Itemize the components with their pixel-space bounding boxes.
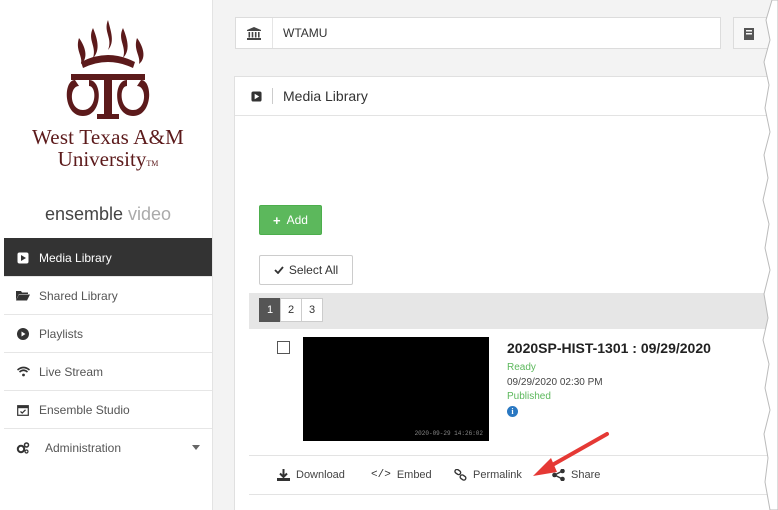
permalink-label: Permalink [473, 469, 522, 481]
screenshot-frame: West Texas A&M UniversityTM ensemble vid… [0, 0, 778, 510]
code-icon: </> [371, 469, 391, 481]
pagination-bar: 1 2 3 [249, 293, 778, 329]
sidebar-item-media-library[interactable]: Media Library [4, 238, 212, 276]
download-label: Download [296, 469, 345, 481]
sidebar: West Texas A&M UniversityTM ensemble vid… [4, 0, 213, 510]
trademark-mark: TM [146, 159, 159, 168]
university-logo: West Texas A&M UniversityTM [4, 18, 212, 190]
media-thumbnail[interactable]: 2020-09-29 14:26:02 [303, 337, 489, 441]
sidebar-item-label: Live Stream [39, 364, 104, 379]
university-name: West Texas A&M [31, 125, 185, 149]
media-published-status: Published [507, 391, 551, 402]
select-all-label: Select All [288, 263, 339, 277]
sidebar-nav: Media Library Shared Library Playlists L… [4, 238, 212, 466]
chevron-down-icon [192, 445, 200, 450]
add-media-button[interactable]: + Add [259, 205, 322, 235]
organization-name: WTAMU [283, 26, 328, 40]
torn-edge-decoration [762, 0, 778, 510]
info-icon[interactable]: i [507, 406, 518, 417]
plus-icon: + [273, 212, 281, 228]
university-building-icon [236, 18, 273, 48]
folder-open-icon [16, 289, 30, 303]
download-action[interactable]: Download [277, 456, 345, 494]
panel-title: Media Library [283, 88, 368, 104]
pagination: 1 2 3 [259, 298, 323, 322]
cogs-icon [16, 441, 30, 455]
sidebar-item-shared-library[interactable]: Shared Library [4, 276, 212, 314]
wifi-icon [16, 365, 30, 379]
embed-label: Embed [396, 469, 432, 481]
select-all-button[interactable]: Select All [259, 255, 353, 285]
panel-header: Media Library [235, 77, 778, 116]
download-icon [277, 469, 290, 481]
embed-action[interactable]: </> Embed [371, 456, 432, 494]
page-button-2[interactable]: 2 [280, 298, 302, 322]
calendar-check-icon [16, 403, 30, 417]
wtamu-flame-logo-icon [66, 20, 150, 119]
page-button-1[interactable]: 1 [259, 298, 281, 322]
permalink-action[interactable]: Permalink [454, 456, 522, 494]
sidebar-item-label: Playlists [39, 326, 84, 341]
play-square-icon [16, 251, 30, 265]
circle-play-icon [16, 327, 30, 341]
library-icon [744, 27, 754, 45]
thumbnail-timestamp: 2020-09-29 14:26:02 [414, 430, 483, 437]
media-title[interactable]: 2020SP-HIST-1301 : 09/29/2020 [507, 340, 711, 356]
add-button-label: Add [286, 213, 308, 227]
sidebar-item-label: Ensemble Studio [39, 402, 130, 417]
media-library-panel: Media Library + Add Select All 1 2 3 202… [234, 76, 778, 510]
organization-selector[interactable]: WTAMU [235, 17, 721, 49]
sidebar-item-live-stream[interactable]: Live Stream [4, 352, 212, 390]
media-status: Ready [507, 362, 536, 373]
sidebar-item-administration[interactable]: Administration [4, 428, 212, 466]
sidebar-item-label: Media Library [39, 250, 112, 265]
sidebar-item-label: Shared Library [39, 288, 118, 303]
media-actions-bar: Download </> Embed Permalink Share [249, 455, 778, 495]
sidebar-item-ensemble-studio[interactable]: Ensemble Studio [4, 390, 212, 428]
link-icon [454, 469, 467, 481]
main-content: WTAMU Media Library + Add Select All 1 2… [213, 0, 778, 510]
annotation-arrow-icon [533, 432, 609, 476]
sidebar-item-label: Administration [45, 440, 122, 455]
ensemble-video-brand: ensemble video [44, 204, 172, 224]
media-date: 09/29/2020 02:30 PM [507, 377, 603, 388]
play-square-icon [251, 90, 262, 102]
check-icon [274, 266, 284, 274]
media-select-checkbox[interactable] [277, 341, 290, 354]
page-button-3[interactable]: 3 [301, 298, 323, 322]
university-name-line2: UniversityTM [57, 147, 159, 171]
sidebar-item-playlists[interactable]: Playlists [4, 314, 212, 352]
header-divider [272, 88, 273, 104]
